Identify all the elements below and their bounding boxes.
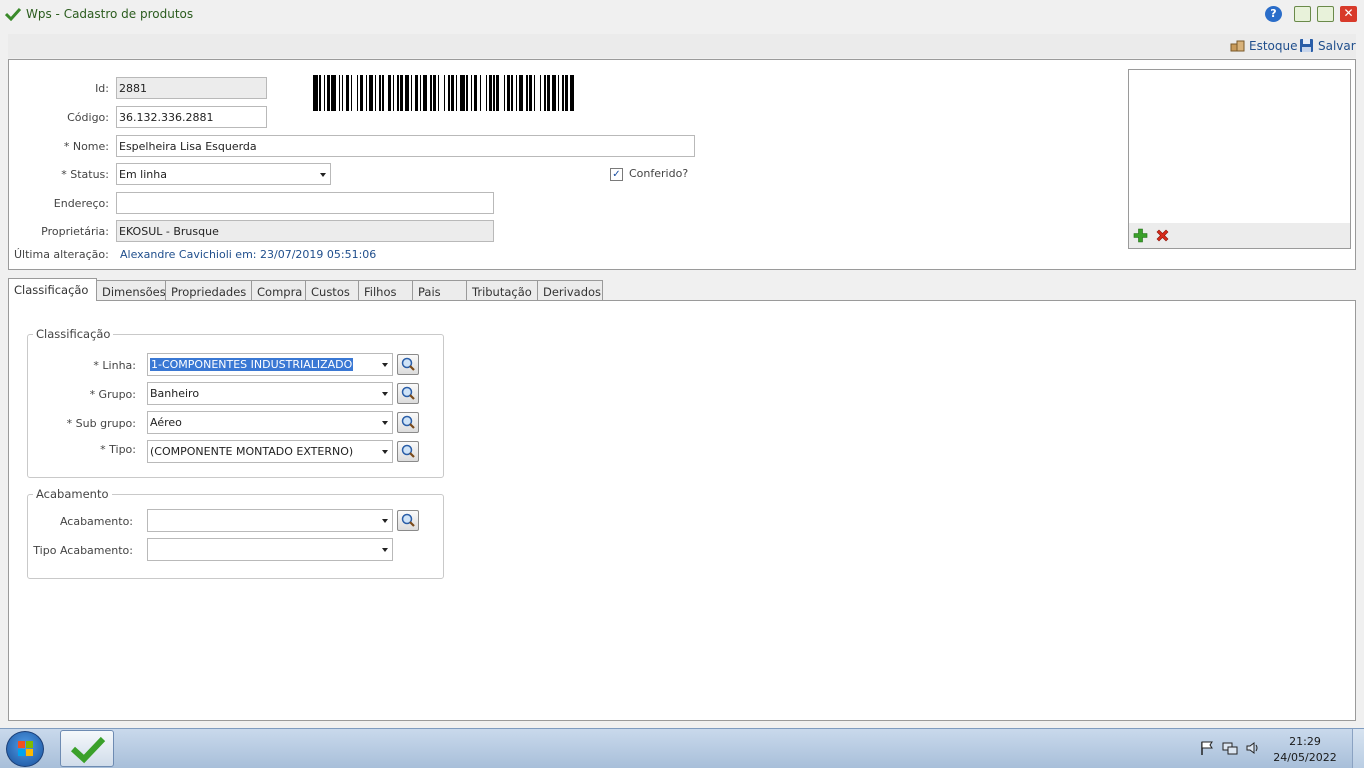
tab-compra[interactable]: Compra	[251, 280, 306, 301]
subgrupo-value: Aéreo	[150, 416, 182, 429]
checkmark-app-icon	[5, 7, 21, 21]
nome-field[interactable]: Espelheira Lisa Esquerda	[116, 135, 695, 157]
estoque-button[interactable]: Estoque	[1230, 38, 1298, 53]
clock-time: 21:29	[1289, 735, 1321, 748]
tipo-acabamento-label: Tipo Acabamento:	[33, 544, 133, 557]
salvar-button[interactable]: Salvar	[1299, 38, 1356, 53]
title-bar: Wps - Cadastro de produtos ? ✕	[0, 0, 1364, 28]
grupo-select[interactable]: Banheiro	[147, 382, 393, 405]
subgrupo-label: * Sub grupo:	[66, 417, 136, 430]
status-select[interactable]: Em linha	[116, 163, 331, 185]
linha-label: * Linha:	[93, 359, 136, 372]
chevron-down-icon	[382, 392, 388, 396]
chevron-down-icon	[382, 421, 388, 425]
grupo-value: Banheiro	[150, 387, 200, 400]
linha-value: 1-COMPONENTES INDUSTRIALIZADO	[150, 358, 354, 371]
tipo-select[interactable]: (COMPONENTE MONTADO EXTERNO)	[147, 440, 393, 463]
nome-label: * Nome:	[63, 140, 109, 153]
image-actions-bar	[1129, 223, 1350, 248]
system-clock[interactable]: 21:29 24/05/2022	[1268, 734, 1342, 766]
salvar-label: Salvar	[1318, 38, 1356, 53]
add-image-icon[interactable]	[1133, 228, 1148, 243]
chevron-down-icon	[320, 173, 326, 177]
taskbar: 21:29 24/05/2022	[0, 728, 1364, 768]
barcode-bar	[569, 75, 574, 111]
magnifier-icon	[401, 357, 415, 371]
ultima-alteracao-label: Última alteração:	[14, 248, 109, 261]
status-label: * Status:	[61, 168, 109, 181]
acabamento-search-button[interactable]	[397, 510, 419, 531]
tab-filhos[interactable]: Filhos	[358, 280, 413, 301]
product-header-panel: Id: 2881 Código: 36.132.336.2881 * Nome:…	[8, 59, 1356, 270]
help-icon[interactable]: ?	[1265, 6, 1282, 22]
magnifier-icon	[401, 513, 415, 527]
clock-date: 24/05/2022	[1273, 751, 1337, 764]
floppy-disk-icon	[1300, 39, 1313, 52]
subgrupo-search-button[interactable]	[397, 412, 419, 433]
tab-content-classificacao: Classificação * Linha: 1-COMPONENTES IND…	[8, 300, 1356, 721]
tab-bar: Classificação Dimensões Propriedades Com…	[8, 278, 603, 301]
acabamento-select[interactable]	[147, 509, 393, 532]
acabamento-group-title: Acabamento	[33, 487, 112, 501]
chevron-down-icon	[382, 519, 388, 523]
proprietaria-label: Proprietária:	[41, 225, 109, 238]
tab-tributacao[interactable]: Tributação	[466, 280, 538, 301]
id-label: Id:	[95, 82, 109, 95]
codigo-label: Código:	[67, 111, 109, 124]
subgrupo-select[interactable]: Aéreo	[147, 411, 393, 434]
tab-dimensoes[interactable]: Dimensões	[96, 280, 166, 301]
stock-boxes-icon	[1230, 40, 1245, 52]
magnifier-icon	[401, 415, 415, 429]
start-button[interactable]	[6, 731, 44, 767]
close-icon[interactable]: ✕	[1340, 6, 1357, 22]
tipo-label: * Tipo:	[100, 443, 136, 456]
show-desktop-button[interactable]	[1352, 729, 1364, 768]
ultima-alteracao-value: Alexandre Cavichioli em: 23/07/2019 05:5…	[120, 248, 377, 261]
network-icon[interactable]	[1222, 741, 1238, 755]
toolbar: Estoque Salvar	[8, 34, 1356, 58]
tab-propriedades[interactable]: Propriedades	[165, 280, 252, 301]
windows-logo-icon	[18, 741, 33, 756]
linha-select[interactable]: 1-COMPONENTES INDUSTRIALIZADO	[147, 353, 393, 376]
grupo-label: * Grupo:	[89, 388, 136, 401]
classificacao-group-title: Classificação	[33, 327, 114, 341]
conferido-label: Conferido?	[629, 167, 689, 180]
tab-pais[interactable]: Pais	[412, 280, 467, 301]
tipo-value: (COMPONENTE MONTADO EXTERNO)	[150, 445, 354, 458]
grupo-search-button[interactable]	[397, 383, 419, 404]
tipo-acabamento-select[interactable]	[147, 538, 393, 561]
remove-image-icon[interactable]	[1155, 228, 1170, 243]
tipo-search-button[interactable]	[397, 441, 419, 462]
tab-custos[interactable]: Custos	[305, 280, 359, 301]
taskbar-app-wps[interactable]	[60, 730, 114, 767]
product-image-box	[1128, 69, 1351, 249]
linha-search-button[interactable]	[397, 354, 419, 375]
volume-icon[interactable]	[1245, 741, 1261, 755]
flag-icon[interactable]	[1199, 741, 1215, 755]
conferido-checkbox[interactable]: ✓	[610, 168, 623, 181]
proprietaria-field[interactable]: EKOSUL - Brusque	[116, 220, 494, 242]
chevron-down-icon	[382, 548, 388, 552]
checkmark-app-icon	[70, 736, 106, 764]
magnifier-icon	[401, 444, 415, 458]
acabamento-label: Acabamento:	[59, 515, 133, 528]
acabamento-group: Acabamento Acabamento: Tipo Acabamento:	[27, 487, 444, 579]
magnifier-icon	[401, 386, 415, 400]
status-value: Em linha	[119, 168, 167, 181]
maximize-icon[interactable]	[1317, 6, 1334, 22]
codigo-field[interactable]: 36.132.336.2881	[116, 106, 267, 128]
tab-derivados[interactable]: Derivados	[537, 280, 603, 301]
estoque-label: Estoque	[1249, 38, 1298, 53]
tab-classificacao[interactable]: Classificação	[8, 278, 97, 301]
classificacao-group: Classificação * Linha: 1-COMPONENTES IND…	[27, 327, 444, 478]
endereco-field[interactable]	[116, 192, 494, 214]
id-field[interactable]: 2881	[116, 77, 267, 99]
barcode-image	[313, 75, 717, 111]
window-title: Wps - Cadastro de produtos	[26, 7, 194, 21]
restore-icon[interactable]	[1294, 6, 1311, 22]
chevron-down-icon	[382, 450, 388, 454]
chevron-down-icon	[382, 363, 388, 367]
endereco-label: Endereço:	[53, 197, 109, 210]
